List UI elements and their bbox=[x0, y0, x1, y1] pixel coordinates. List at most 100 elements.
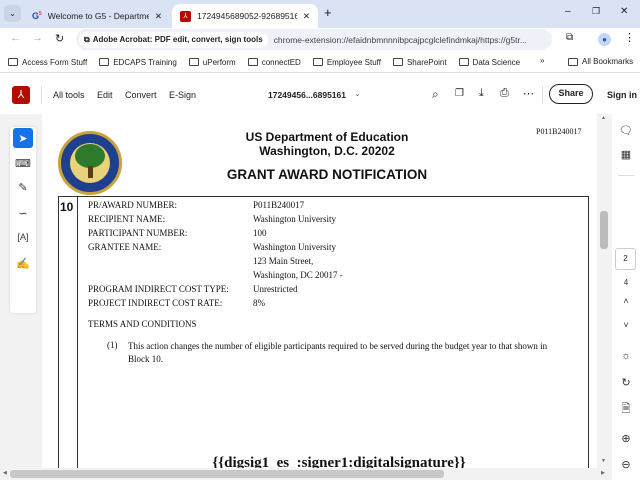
bookmark-label: SharePoint bbox=[406, 57, 447, 67]
current-page-input[interactable]: 2 bbox=[615, 248, 636, 270]
tab-pdf[interactable]: ⅄ 1724945689052-926895161.pdf ✕ bbox=[172, 4, 318, 28]
divider bbox=[41, 86, 42, 104]
folder-icon bbox=[458, 58, 469, 66]
comment-tool-icon[interactable]: ⌨ bbox=[13, 153, 33, 173]
minimize-button[interactable]: – bbox=[565, 6, 571, 17]
document-title: GRANT AWARD NOTIFICATION bbox=[226, 167, 428, 182]
menu-convert[interactable]: Convert bbox=[125, 90, 157, 100]
scrollbar-thumb[interactable] bbox=[10, 470, 444, 478]
url-text[interactable]: chrome-extension://efaidnbmnnnibpcajpcgl… bbox=[274, 35, 527, 45]
share-button[interactable]: Share bbox=[549, 84, 593, 104]
vertical-scrollbar[interactable]: ▲ ▼ bbox=[598, 114, 610, 468]
scroll-down-arrow[interactable]: ▼ bbox=[601, 458, 606, 464]
scroll-up-arrow[interactable]: ▲ bbox=[601, 115, 606, 121]
bookmark-uperform[interactable]: uPerform bbox=[188, 57, 236, 67]
scroll-left-arrow[interactable]: ◀ bbox=[3, 470, 7, 476]
comments-icon[interactable]: 🗨 bbox=[612, 124, 640, 137]
page-thumbnails-icon[interactable]: ❐ bbox=[455, 88, 464, 99]
search-icon[interactable]: ⌕ bbox=[432, 87, 439, 102]
bookmark-data-science[interactable]: Data Science bbox=[458, 57, 521, 67]
block-divider bbox=[77, 197, 78, 468]
field-value: Washington, DC 20017 - bbox=[253, 270, 343, 280]
select-tool-icon[interactable]: ➤ bbox=[13, 128, 33, 148]
chevron-down-icon[interactable]: ⌄ bbox=[354, 89, 361, 98]
rotate-icon[interactable]: ↻ bbox=[612, 376, 640, 389]
thumbnails-grid-icon[interactable]: ▦ bbox=[612, 148, 640, 161]
tab-g5[interactable]: G5 Welcome to G5 - Department o ✕ bbox=[24, 4, 170, 28]
field-value: 123 Main Street, bbox=[253, 256, 314, 266]
draw-freeform-icon[interactable]: ∽ bbox=[13, 203, 33, 223]
department-seal bbox=[58, 131, 122, 195]
bookmark-label: EDCAPS Training bbox=[113, 57, 177, 67]
reload-icon[interactable]: ↻ bbox=[55, 32, 64, 45]
scroll-right-arrow[interactable]: ▶ bbox=[601, 470, 605, 476]
folder-icon bbox=[312, 58, 323, 66]
previous-page-icon[interactable]: ˄ bbox=[612, 296, 640, 306]
menu-esign[interactable]: E-Sign bbox=[169, 90, 196, 100]
more-bookmarks-button[interactable]: » bbox=[540, 56, 544, 65]
field-value: Washington University bbox=[253, 214, 337, 224]
horizontal-scrollbar[interactable]: ◀ ▶ bbox=[0, 468, 610, 480]
header-line-1: US Department of Education bbox=[245, 130, 409, 144]
divider bbox=[542, 86, 543, 104]
field-label: PR/AWARD NUMBER: bbox=[88, 200, 178, 210]
bookmark-label: uPerform bbox=[202, 57, 236, 67]
total-pages: 4 bbox=[623, 278, 629, 287]
tab-title: Welcome to G5 - Department o bbox=[47, 11, 149, 21]
bookmark-label: Data Science bbox=[472, 57, 521, 67]
zoom-out-icon[interactable]: ⊖ bbox=[612, 458, 640, 471]
address-bar[interactable]: ⧉ Adobe Acrobat: PDF edit, convert, sign … bbox=[76, 29, 552, 50]
block-number: 10 bbox=[60, 200, 74, 214]
all-bookmarks[interactable]: All Bookmarks bbox=[568, 57, 633, 66]
profile-avatar[interactable]: ● bbox=[598, 33, 611, 46]
print-icon[interactable]: ⎙ bbox=[500, 87, 509, 100]
scrollbar-thumb[interactable] bbox=[600, 211, 608, 249]
forward-icon[interactable]: → bbox=[32, 32, 43, 44]
field-value: Unrestricted bbox=[253, 284, 298, 294]
bookmark-label: All Bookmarks bbox=[582, 57, 634, 66]
site-name: Adobe Acrobat: PDF edit, convert, sign t… bbox=[92, 35, 263, 44]
brightness-icon[interactable]: ☼ bbox=[612, 350, 640, 362]
menu-icon[interactable]: ⋮ bbox=[624, 31, 635, 44]
acrobat-logo: ⅄ bbox=[12, 86, 30, 104]
menu-all-tools[interactable]: All tools bbox=[53, 90, 85, 100]
page-info-icon[interactable]: 🗎 bbox=[612, 400, 640, 419]
close-icon[interactable]: ✕ bbox=[155, 11, 162, 22]
tab-title: 1724945689052-926895161.pdf bbox=[197, 11, 297, 21]
pdf-icon: ⅄ bbox=[180, 10, 191, 22]
field-value: 100 bbox=[253, 228, 267, 238]
restore-button[interactable]: ❐ bbox=[592, 6, 600, 17]
tab-search-button[interactable]: ⌄ bbox=[4, 5, 21, 22]
more-icon[interactable]: ⋯ bbox=[523, 87, 534, 100]
term-text: This action changes the number of eligib… bbox=[128, 341, 548, 364]
extensions-icon[interactable]: ⧉ bbox=[566, 32, 573, 43]
sign-tool-icon[interactable]: ✍ bbox=[13, 253, 33, 273]
bookmark-access-form-stuff[interactable]: Access Form Stuff bbox=[8, 58, 87, 67]
field-label: PARTICIPANT NUMBER: bbox=[88, 228, 188, 238]
text-box-icon[interactable]: [A] bbox=[13, 227, 33, 247]
filename-dropdown[interactable]: 17249456...6895161 bbox=[268, 90, 346, 100]
bookmarks-bar: Access Form Stuff EDCAPS Training uPerfo… bbox=[0, 52, 640, 73]
field-value: 8% bbox=[253, 298, 265, 308]
next-page-icon[interactable]: ˅ bbox=[612, 320, 640, 330]
site-info-chip[interactable]: ⧉ Adobe Acrobat: PDF edit, convert, sign … bbox=[79, 31, 268, 48]
field-label: GRANTEE NAME: bbox=[88, 242, 162, 252]
download-icon[interactable]: ⤓ bbox=[479, 87, 484, 100]
g5-icon: G5 bbox=[32, 11, 42, 21]
bookmark-sharepoint[interactable]: SharePoint bbox=[392, 57, 447, 67]
zoom-in-icon[interactable]: ⊕ bbox=[612, 432, 640, 445]
new-tab-button[interactable]: + bbox=[324, 5, 332, 20]
bookmark-employee-stuff[interactable]: Employee Stuff bbox=[312, 58, 381, 67]
menu-edit[interactable]: Edit bbox=[97, 90, 113, 100]
close-icon[interactable]: ✕ bbox=[303, 11, 310, 22]
bookmark-connected[interactable]: connectED bbox=[247, 58, 301, 67]
field-label: RECIPIENT NAME: bbox=[88, 214, 166, 224]
close-window-button[interactable]: ✕ bbox=[620, 6, 628, 17]
highlight-pen-icon[interactable]: ✎ bbox=[13, 177, 33, 197]
folder-icon bbox=[8, 58, 18, 66]
back-icon[interactable]: ← bbox=[10, 32, 21, 44]
sign-in-button[interactable]: Sign in bbox=[607, 90, 637, 100]
acrobat-toolbar: ⅄ All tools Edit Convert E-Sign 17249456… bbox=[0, 76, 640, 114]
header-line-2: Washington, D.C. 20202 bbox=[259, 144, 395, 158]
bookmark-edcaps-training[interactable]: EDCAPS Training bbox=[99, 58, 177, 67]
